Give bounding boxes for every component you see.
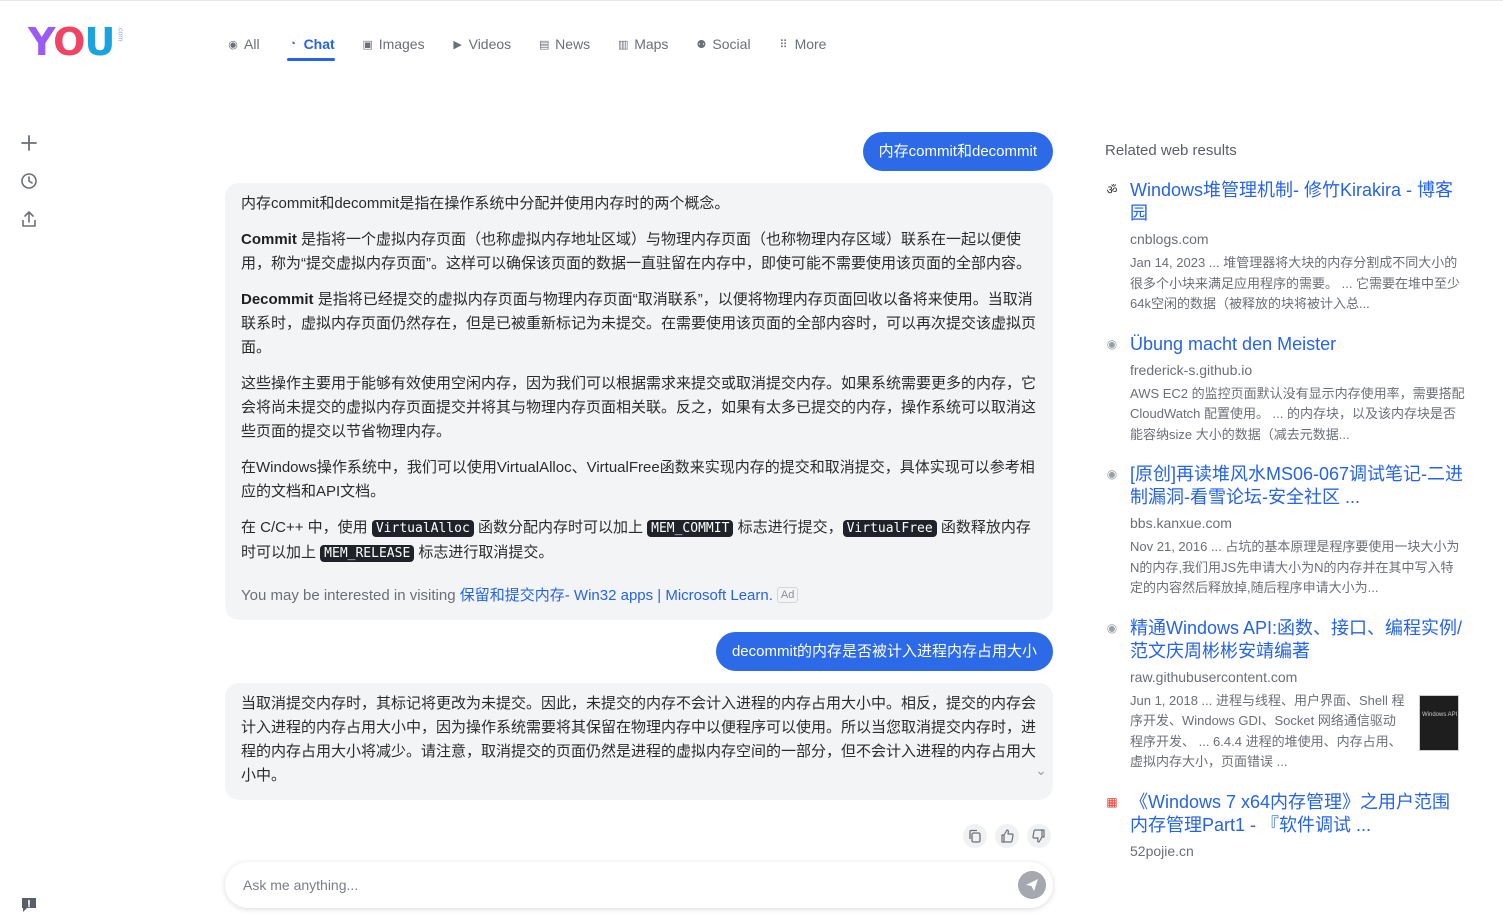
tab-videos[interactable]: ▶ Videos (452, 30, 512, 58)
answer-paragraph: Commit 是指将一个虚拟内存页面（也称虚拟内存地址区域）与物理内存页面（也称… (241, 231, 1031, 272)
sponsored-link[interactable]: 保留和提交内存- Win32 apps | Microsoft Learn. (460, 587, 773, 604)
chevron-down-icon[interactable]: ⌄ (1035, 762, 1047, 779)
tab-label: Maps (634, 36, 669, 52)
search-circle-icon: ◉ (228, 38, 238, 51)
feedback-button[interactable] (18, 895, 40, 915)
left-rail (18, 132, 40, 230)
related-results-panel: Related web results ॐ Windows堆管理机制- 修竹Ki… (1105, 142, 1465, 877)
result-item: ◉ [原创]再读堆风水MS06-067调试笔记-二进制漏洞-看雪论坛-安全社区 … (1105, 463, 1465, 599)
result-title[interactable]: Übung macht den Meister (1130, 333, 1465, 356)
52pojie-favicon-icon: ▦ (1106, 794, 1118, 809)
thumbs-down-icon (1032, 829, 1045, 843)
assistant-message: 当取消提交内存时，其标记将更改为未提交。因此，未提交的内存不会计入进程的内存占用… (225, 683, 1053, 800)
result-domain: bbs.kanxue.com (1130, 515, 1232, 531)
tab-maps[interactable]: ▥ Maps (617, 30, 668, 58)
thumbs-down-button[interactable] (1027, 824, 1051, 848)
chat-thread[interactable]: 内存commit和decommit 内存commit和decommit是指在操作… (225, 128, 1053, 816)
tab-chat[interactable]: ◔ Chat (286, 30, 335, 61)
user-message: 内存commit和decommit (862, 132, 1053, 171)
logo-suffix: .com (116, 26, 124, 42)
book-thumbnail[interactable] (1419, 694, 1459, 751)
answer-paragraph: 当取消提交内存时，其标记将更改为未提交。因此，未提交的内存不会计入进程的内存占用… (241, 695, 1037, 784)
chat-input[interactable] (243, 865, 1018, 905)
ad-badge: Ad (776, 587, 799, 603)
result-title[interactable]: Windows堆管理机制- 修竹Kirakira - 博客园 (1130, 179, 1465, 225)
tab-more[interactable]: ⠿ More (778, 30, 827, 58)
globe-icon: ◉ (1106, 620, 1118, 635)
you-logo[interactable]: YOU .com (28, 22, 123, 62)
chat-icon: ◔ (289, 38, 296, 50)
send-icon (1026, 879, 1038, 891)
tab-label: News (555, 36, 591, 52)
people-icon: ⚉ (696, 38, 707, 51)
answer-paragraph: 这些操作主要用于能够有效使用空闲内存，因为我们可以根据需求来提交或取消提交内存。… (241, 375, 1037, 440)
copy-icon (969, 829, 981, 843)
result-item: ॐ Windows堆管理机制- 修竹Kirakira - 博客园 cnblogs… (1105, 179, 1465, 315)
top-border (0, 0, 1503, 4)
sponsored-suggestion: You may be interested in visiting 保留和提交内… (241, 584, 1037, 608)
cnblogs-favicon-icon: ॐ (1106, 183, 1118, 197)
thumbs-up-button[interactable] (995, 824, 1019, 848)
search-tabs: ◉ All ◔ Chat ▣ Images ▶ Videos ▤ News ▥ Maps ⚉… (227, 30, 853, 61)
news-icon: ▤ (538, 38, 550, 51)
images-icon: ▣ (362, 38, 373, 51)
result-item: ◉ Übung macht den Meister frederick-s.gi… (1105, 333, 1465, 446)
globe-icon: ◉ (1106, 336, 1118, 351)
chat-input-bar (225, 862, 1053, 908)
tab-label: Images (378, 36, 425, 52)
tab-label: Chat (303, 36, 335, 52)
result-item: ◉ 精通Windows API:函数、接口、编程实例/范文庆周彬彬安靖编著 ra… (1105, 617, 1465, 773)
code-inline: VirtualFree (842, 520, 937, 537)
tab-label: More (794, 36, 827, 52)
related-heading: Related web results (1105, 142, 1237, 159)
result-snippet: Nov 21, 2016 ... 占坑的基本原理是程序要使用一块大小为N的内存,… (1130, 539, 1460, 595)
result-item: ▦ 《Windows 7 x64内存管理》之用户范围内存管理Part1 - 『软… (1105, 791, 1465, 859)
share-button[interactable] (18, 208, 40, 230)
code-inline: MEM_RELEASE (320, 545, 415, 562)
send-button[interactable] (1018, 871, 1046, 899)
globe-icon: ◉ (1106, 467, 1118, 481)
grid-dots-icon: ⠿ (779, 38, 788, 51)
thumbs-up-icon (1001, 829, 1014, 843)
feedback-icon (22, 898, 36, 912)
result-snippet: Jun 1, 2018 ... 进程与线程、用户界面、Shell 程序开发、Wi… (1130, 692, 1405, 770)
code-inline: MEM_COMMIT (647, 520, 734, 537)
result-domain: frederick-s.github.io (1130, 361, 1253, 378)
result-domain: 52pojie.cn (1130, 842, 1194, 859)
answer-paragraph: Decommit 是指将已经提交的虚拟内存页面与物理内存页面“取消联系”，以便将… (241, 291, 1037, 356)
result-domain: cnblogs.com (1130, 231, 1209, 247)
share-icon (22, 211, 36, 227)
history-button[interactable] (18, 170, 40, 192)
clock-icon (21, 173, 37, 189)
result-title[interactable]: 精通Windows API:函数、接口、编程实例/范文庆周彬彬安靖编著 (1130, 617, 1465, 663)
map-icon: ▥ (617, 38, 629, 51)
new-chat-button[interactable] (18, 132, 40, 154)
tab-all[interactable]: ◉ All (227, 30, 260, 58)
user-message: decommit的内存是否被计入进程内存占用大小 (715, 632, 1053, 671)
copy-button[interactable] (963, 824, 987, 848)
tab-label: Videos (468, 36, 512, 52)
result-snippet: Jan 14, 2023 ... 堆管理器将大块的内存分割成不同大小的很多个小块… (1130, 255, 1461, 311)
tab-social[interactable]: ⚉ Social (695, 30, 750, 58)
result-domain: raw.githubusercontent.com (1130, 668, 1298, 685)
assistant-message: 内存commit和decommit是指在操作系统中分配并使用内存时的两个概念。 … (225, 183, 1053, 620)
answer-actions (963, 824, 1051, 848)
plus-icon (21, 135, 37, 151)
code-inline: VirtualAlloc (371, 520, 474, 537)
play-icon: ▶ (453, 38, 462, 51)
answer-paragraph: 内存commit和decommit是指在操作系统中分配并使用内存时的两个概念。 (241, 195, 730, 212)
tab-label: Social (712, 36, 751, 52)
tab-images[interactable]: ▣ Images (362, 30, 425, 58)
answer-paragraph: 在 C/C++ 中，使用 VirtualAlloc 函数分配内存时可以加上 ME… (241, 519, 1031, 562)
tab-label: All (244, 36, 260, 52)
result-snippet: AWS EC2 的监控页面默认没有显示内存使用率，需要搭配 CloudWatch… (1130, 385, 1465, 442)
answer-paragraph: 在Windows操作系统中，我们可以使用VirtualAlloc、Virtual… (241, 459, 1035, 500)
tab-news[interactable]: ▤ News (538, 30, 590, 58)
result-title[interactable]: [原创]再读堆风水MS06-067调试笔记-二进制漏洞-看雪论坛-安全社区 ..… (1130, 463, 1465, 509)
result-title[interactable]: 《Windows 7 x64内存管理》之用户范围内存管理Part1 - 『软件调… (1130, 791, 1465, 837)
